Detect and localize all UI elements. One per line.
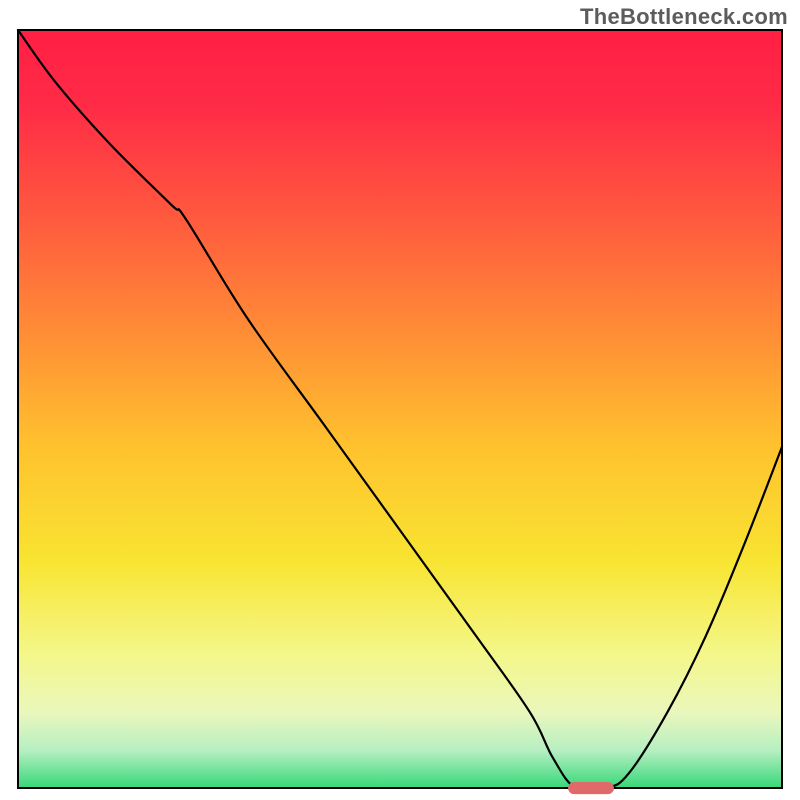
- optimal-marker: [568, 782, 614, 794]
- chart-svg: [0, 0, 800, 800]
- plot-area: [18, 30, 782, 794]
- chart-frame: TheBottleneck.com: [0, 0, 800, 800]
- watermark-text: TheBottleneck.com: [580, 4, 788, 30]
- gradient-background: [18, 30, 782, 788]
